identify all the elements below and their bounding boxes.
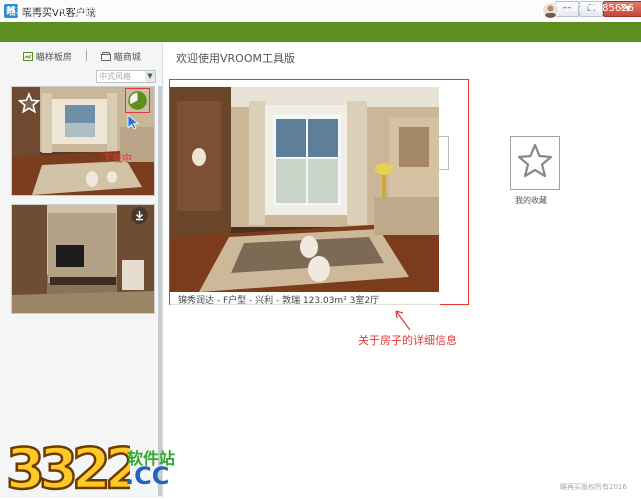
annotation-arrow	[393, 308, 413, 335]
style-filter-select[interactable]: 中式风格 ▼	[96, 70, 156, 83]
tab-mall[interactable]: 瞄商城	[101, 50, 141, 63]
sidebar-scrollbar[interactable]	[158, 86, 162, 496]
refresh-button[interactable]: ⟳ 刷新	[508, 3, 540, 18]
favorite-star-icon	[517, 143, 553, 178]
tab-sample-room[interactable]: 瞄样板房	[23, 50, 72, 63]
download-progress-icon	[125, 88, 150, 113]
avatar[interactable]	[542, 2, 559, 19]
copyright-text: 瞄再买版权所有2016	[560, 483, 627, 491]
refresh-label: 刷新	[519, 7, 540, 18]
back-icon: ↩	[470, 7, 479, 18]
style-filter-value: 中式风格	[99, 72, 131, 81]
welcome-heading: 欢迎使用VROOM工具版	[176, 52, 295, 65]
favorite-star-icon[interactable]	[17, 91, 41, 114]
user-phone[interactable]: 18779185626	[564, 3, 634, 14]
caption-divider	[170, 304, 440, 305]
app-header	[0, 22, 641, 42]
tab-divider	[86, 50, 87, 61]
detail-info-annotation: 关于房子的详细信息	[358, 334, 457, 347]
watermark-logo: 3322	[2, 430, 147, 500]
sample-room-icon	[23, 52, 33, 61]
slogan: 瞄再买——为了您的美好生活	[6, 7, 136, 18]
back-label: 返回	[481, 7, 502, 18]
featured-room-annotation-frame	[169, 79, 469, 305]
tab-label: 瞄样板房	[35, 53, 72, 63]
back-button[interactable]: ↩ 返回	[470, 3, 502, 18]
my-favorites-button[interactable]	[510, 136, 560, 190]
cursor-icon	[127, 114, 141, 130]
download-annotation: 下载中	[102, 154, 132, 165]
my-favorites-label: 我的收藏	[515, 196, 547, 205]
tab-label: 瞄商城	[113, 53, 141, 63]
download-icon[interactable]	[131, 207, 148, 224]
chevron-down-icon[interactable]: ▼	[625, 4, 631, 13]
watermark-domain: .CC	[125, 462, 170, 490]
chevron-down-icon: ▼	[145, 71, 155, 82]
refresh-icon: ⟳	[508, 7, 517, 18]
mall-icon	[101, 52, 111, 61]
watermark-digits: 3322	[6, 437, 130, 496]
